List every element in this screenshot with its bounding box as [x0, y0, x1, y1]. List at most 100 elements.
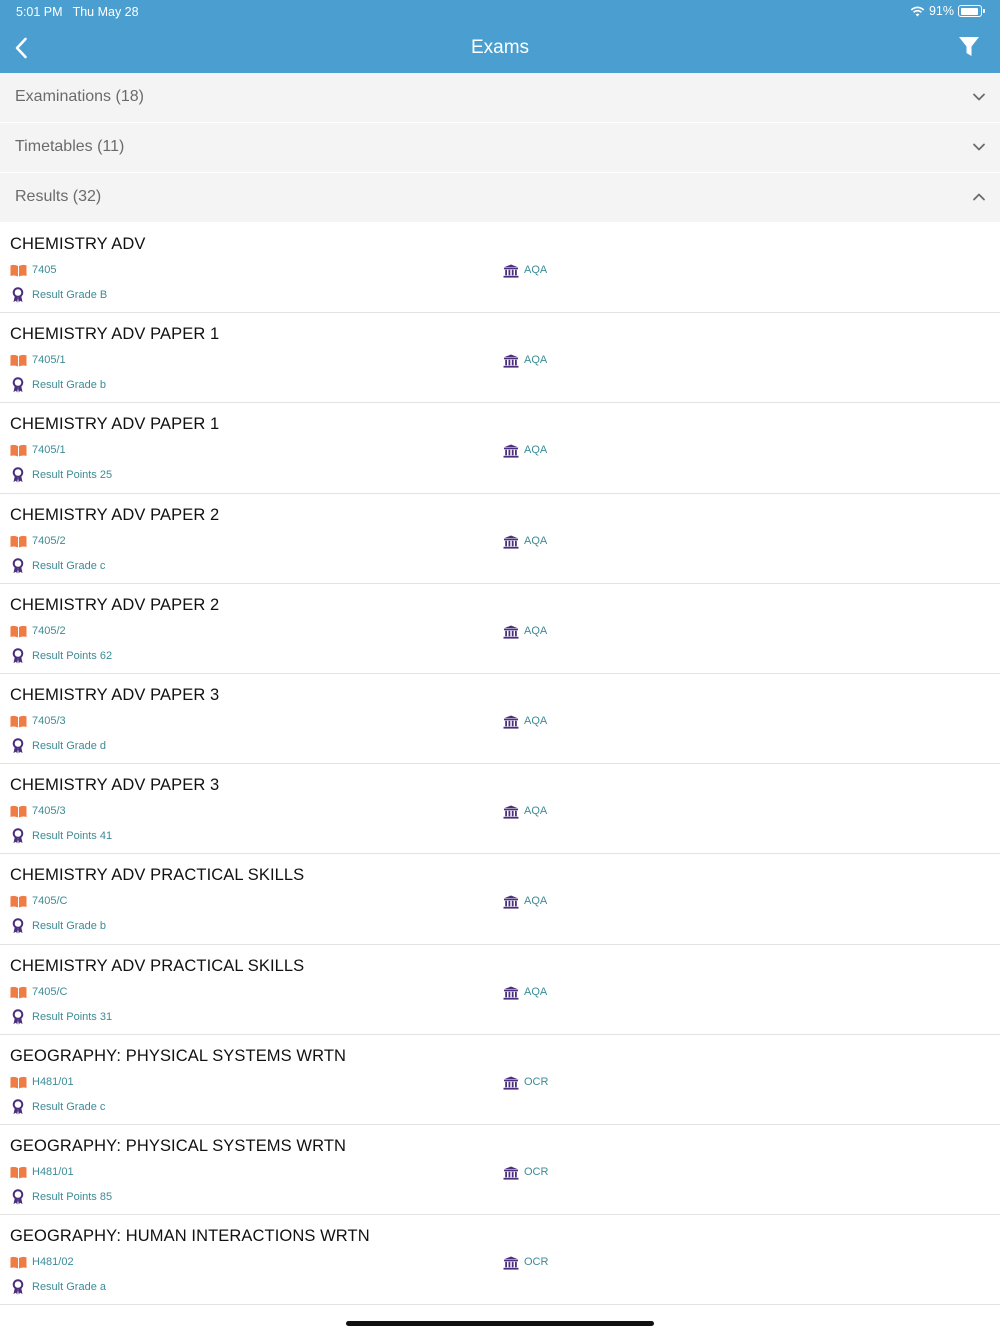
book-icon [10, 986, 27, 999]
status-bar-left: 5:01 PM Thu May 28 [16, 5, 139, 19]
result-title: CHEMISTRY ADV PAPER 1 [10, 415, 220, 434]
award-icon [11, 1189, 25, 1205]
award-icon [11, 287, 25, 303]
book-icon [10, 805, 27, 818]
list-item[interactable]: CHEMISTRY ADV PAPER 1 7405/1 AQA Result Poi… [0, 403, 1000, 494]
result-title: CHEMISTRY ADV [10, 235, 146, 253]
chevron-down-icon [973, 143, 985, 151]
book-icon [10, 1076, 27, 1089]
home-indicator[interactable] [346, 1321, 654, 1326]
list-item[interactable]: CHEMISTRY ADV 7405 AQA Result Grade B [0, 223, 1000, 314]
institution-icon [503, 805, 519, 819]
book-icon [10, 1256, 27, 1269]
section-examinations[interactable]: Examinations (18) [0, 73, 1000, 122]
result-value: Result Points 25 [32, 469, 113, 482]
result-value: Result Grade c [32, 1100, 106, 1113]
status-date: Thu May 28 [72, 5, 139, 19]
section-examinations-label: Examinations (18) [15, 88, 144, 105]
exam-code: 7405/3 [32, 805, 66, 818]
result-value: Result Points 62 [32, 649, 113, 662]
exam-code: 7405/1 [32, 354, 66, 367]
list-item[interactable]: GEOGRAPHY: HUMAN INTERACTIONS WRTN H481/0… [0, 1215, 1000, 1306]
book-icon [10, 444, 27, 457]
exam-code: H481/01 [32, 1075, 74, 1088]
result-value: Result Grade c [32, 559, 106, 572]
result-value: Result Grade b [32, 920, 106, 933]
institution-icon [503, 625, 519, 639]
list-item[interactable]: CHEMISTRY ADV PAPER 2 7405/2 AQA Result Poi… [0, 584, 1000, 674]
award-icon [11, 557, 25, 574]
institution-icon [503, 264, 519, 278]
list-item[interactable]: CHEMISTRY ADV PAPER 2 7405/2 AQA Result Gra… [0, 494, 1000, 584]
battery-percent: 91% [928, 4, 954, 18]
exam-board: AQA [524, 444, 548, 457]
list-item[interactable]: CHEMISTRY ADV PAPER 1 7405/1 AQA Result Gra… [0, 313, 1000, 404]
institution-icon [503, 986, 519, 1000]
chevron-up-icon [973, 193, 985, 201]
wifi-icon [910, 6, 925, 16]
result-title: CHEMISTRY ADV PRACTICAL SKILLS [10, 956, 305, 975]
list-item[interactable]: CHEMISTRY ADV PRACTICAL SKILLS 7405/C AQA R… [0, 945, 1000, 1035]
exam-code: 7405/C [32, 985, 68, 998]
result-value: Result Points 41 [32, 830, 113, 843]
book-icon [10, 1166, 27, 1179]
institution-icon [503, 354, 519, 368]
exam-code: 7405/3 [32, 714, 66, 727]
exam-code: 7405/2 [32, 534, 66, 547]
exam-board: OCR [524, 1075, 549, 1088]
result-title: CHEMISTRY ADV PAPER 3 [10, 685, 220, 704]
award-icon [11, 467, 25, 483]
exam-code: 7405/C [32, 895, 68, 908]
institution-icon [503, 1076, 519, 1090]
exam-board: AQA [524, 624, 548, 637]
result-title: GEOGRAPHY: PHYSICAL SYSTEMS WRTN [10, 1046, 347, 1065]
result-value: Result Points 31 [32, 1010, 113, 1023]
book-icon [10, 625, 27, 638]
award-icon [11, 918, 25, 934]
result-title: CHEMISTRY ADV PAPER 2 [10, 505, 220, 524]
institution-icon [503, 1256, 519, 1270]
result-value: Result Grade a [32, 1281, 106, 1294]
section-results[interactable]: Results (32) [0, 173, 1000, 222]
award-icon [11, 1098, 25, 1115]
award-icon [11, 377, 25, 393]
institution-icon [503, 895, 519, 909]
status-bar-right: 91% [910, 4, 985, 18]
exam-board: AQA [524, 895, 548, 908]
result-value: Result Grade d [32, 739, 106, 752]
list-item[interactable]: CHEMISTRY ADV PAPER 3 7405/3 AQA Result Gra… [0, 674, 1000, 765]
institution-icon [503, 535, 519, 549]
section-results-label: Results (32) [15, 188, 102, 205]
result-title: CHEMISTRY ADV PAPER 2 [10, 595, 220, 614]
book-icon [10, 895, 27, 908]
award-icon [11, 1008, 25, 1025]
exam-board: AQA [524, 264, 548, 276]
battery-icon [958, 5, 985, 17]
list-item[interactable]: CHEMISTRY ADV PAPER 3 7405/3 AQA Result Poi… [0, 764, 1000, 855]
result-value: Result Points 85 [32, 1190, 113, 1203]
page-title: Exams [470, 37, 530, 58]
institution-icon [503, 444, 519, 458]
book-icon [10, 715, 27, 728]
exam-board: OCR [524, 1256, 549, 1269]
list-item[interactable]: GEOGRAPHY: PHYSICAL SYSTEMS WRTN H481/01 O… [0, 1125, 1000, 1216]
exam-code: 7405 [32, 264, 57, 276]
exam-board: AQA [524, 985, 548, 998]
exam-board: AQA [524, 534, 548, 547]
result-value: Result Grade b [32, 379, 106, 392]
section-timetables-label: Timetables (11) [15, 138, 125, 155]
institution-icon [503, 715, 519, 729]
navigation-bar: 5:01 PM Thu May 28 91% Exams [0, 0, 1000, 73]
award-icon [11, 828, 25, 844]
exam-code: 7405/2 [32, 624, 66, 637]
list-item[interactable]: GEOGRAPHY: PHYSICAL SYSTEMS WRTN H481/01 O… [0, 1035, 1000, 1125]
award-icon [11, 647, 25, 664]
filter-button[interactable] [958, 36, 982, 60]
chevron-down-icon [973, 93, 985, 101]
exam-code: 7405/1 [32, 444, 66, 457]
list-item[interactable]: CHEMISTRY ADV PRACTICAL SKILLS 7405/C AQA R… [0, 854, 1000, 945]
institution-icon [503, 1166, 519, 1180]
book-icon [10, 535, 27, 548]
section-timetables[interactable]: Timetables (11) [0, 123, 1000, 172]
exam-board: AQA [524, 714, 548, 727]
